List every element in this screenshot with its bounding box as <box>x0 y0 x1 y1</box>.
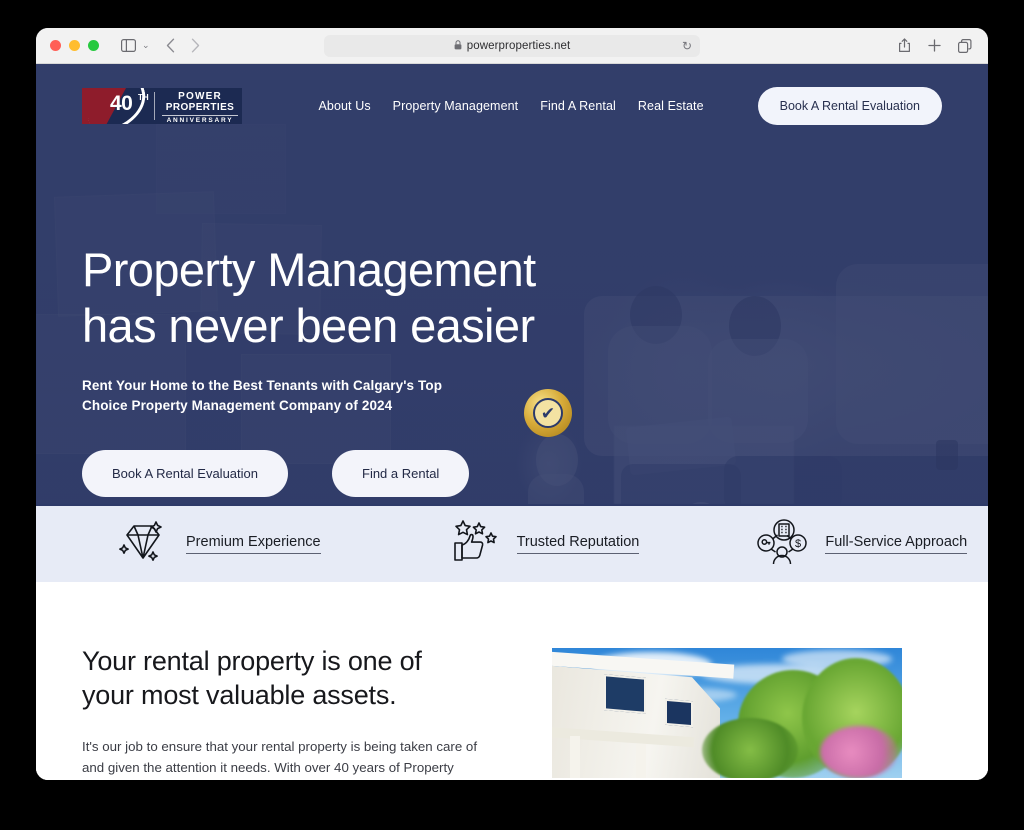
logo-properties-text: PROPERTIES <box>165 102 235 113</box>
logo-anniversary-number: 40 <box>110 92 133 115</box>
logo-power-text: POWER <box>178 91 222 102</box>
tabs-icon[interactable] <box>958 38 972 53</box>
blossom-foliage <box>820 726 898 778</box>
feature-bar: Premium Experience Trusted Reputation $ … <box>36 504 988 582</box>
nav-item-about-us[interactable]: About Us <box>318 99 370 113</box>
nav-item-real-estate[interactable]: Real Estate <box>638 99 704 113</box>
feature-label-trusted-reputation: Trusted Reputation <box>516 534 640 554</box>
svg-text:$: $ <box>795 538 801 550</box>
share-icon[interactable] <box>898 38 911 53</box>
toolbar-actions <box>898 38 972 53</box>
award-check-icon: ✔ <box>533 398 563 428</box>
hero-title-line-1: Property Management <box>82 243 536 296</box>
page-viewport: 40 TH POWER PROPERTIES ANNIVERSARY About… <box>36 64 988 780</box>
thumbs-up-stars-icon <box>451 519 499 570</box>
url-text: powerproperties.net <box>466 39 571 52</box>
house-column <box>636 744 646 778</box>
site-logo[interactable]: 40 TH POWER PROPERTIES ANNIVERSARY <box>82 88 242 124</box>
full-service-network-icon: $ <box>757 518 808 570</box>
value-section-text: Your rental property is one of your most… <box>82 644 502 780</box>
main-navigation: About Us Property Management Find A Rent… <box>318 87 942 125</box>
feature-label-premium-experience: Premium Experience <box>186 534 321 554</box>
hero-content: Property Management has never been easie… <box>82 242 702 497</box>
lock-icon <box>454 37 462 55</box>
value-heading-line-2: your most valuable assets. <box>82 680 397 710</box>
feature-full-service-approach[interactable]: $ Full-Service Approach <box>757 518 968 570</box>
maximize-window-button[interactable] <box>88 40 99 51</box>
logo-wordmark: POWER PROPERTIES ANNIVERSARY <box>162 92 238 124</box>
new-tab-icon[interactable] <box>928 39 941 52</box>
page-scrollbar[interactable] <box>984 64 988 780</box>
top-choice-award-badge-icon: ✔ <box>524 389 572 437</box>
hero-title: Property Management has never been easie… <box>82 242 702 354</box>
house-photo <box>552 648 902 778</box>
logo-anniversary-text: ANNIVERSARY <box>166 117 234 124</box>
diamond-icon <box>118 519 168 570</box>
tree-foliage <box>702 718 798 778</box>
find-a-rental-hero-button[interactable]: Find a Rental <box>332 450 470 497</box>
hero-title-line-2: has never been easier <box>82 299 535 352</box>
house-window <box>665 698 693 728</box>
reload-icon[interactable]: ↻ <box>682 40 692 52</box>
close-window-button[interactable] <box>50 40 61 51</box>
back-icon[interactable] <box>166 38 175 53</box>
minimize-window-button[interactable] <box>69 40 80 51</box>
site-header: 40 TH POWER PROPERTIES ANNIVERSARY About… <box>36 64 988 148</box>
traffic-lights <box>50 40 99 51</box>
value-section-heading: Your rental property is one of your most… <box>82 644 502 712</box>
house-column <box>570 736 580 778</box>
logo-rule <box>162 115 238 116</box>
forward-icon[interactable] <box>191 38 200 53</box>
hero-section: 40 TH POWER PROPERTIES ANNIVERSARY About… <box>36 64 988 504</box>
feature-label-full-service-approach: Full-Service Approach <box>825 534 968 554</box>
url-bar[interactable]: powerproperties.net ↻ <box>324 34 700 57</box>
value-section-paragraph: It's our job to ensure that your rental … <box>82 739 478 775</box>
browser-window: ⌄ powerproperties.net ↻ 40 TH POWER PROP… <box>36 28 988 780</box>
sidebar-icon[interactable] <box>121 39 136 52</box>
nav-item-property-management[interactable]: Property Management <box>393 99 519 113</box>
logo-ordinal-suffix: TH <box>138 93 149 102</box>
house-window <box>604 674 646 714</box>
book-rental-evaluation-header-button[interactable]: Book A Rental Evaluation <box>757 87 942 125</box>
hero-buttons: Book A Rental Evaluation Find a Rental <box>82 450 702 497</box>
browser-toolbar: ⌄ powerproperties.net ↻ <box>36 28 988 64</box>
chevron-down-icon[interactable]: ⌄ <box>142 40 150 51</box>
feature-trusted-reputation[interactable]: Trusted Reputation <box>451 519 640 570</box>
logo-divider <box>154 92 155 120</box>
value-section: Your rental property is one of your most… <box>36 582 988 780</box>
value-heading-line-1: Your rental property is one of <box>82 646 422 676</box>
feature-premium-experience[interactable]: Premium Experience <box>118 519 321 570</box>
book-rental-evaluation-hero-button[interactable]: Book A Rental Evaluation <box>82 450 288 497</box>
nav-item-find-a-rental[interactable]: Find A Rental <box>540 99 616 113</box>
hero-subtitle: Rent Your Home to the Best Tenants with … <box>82 378 443 413</box>
